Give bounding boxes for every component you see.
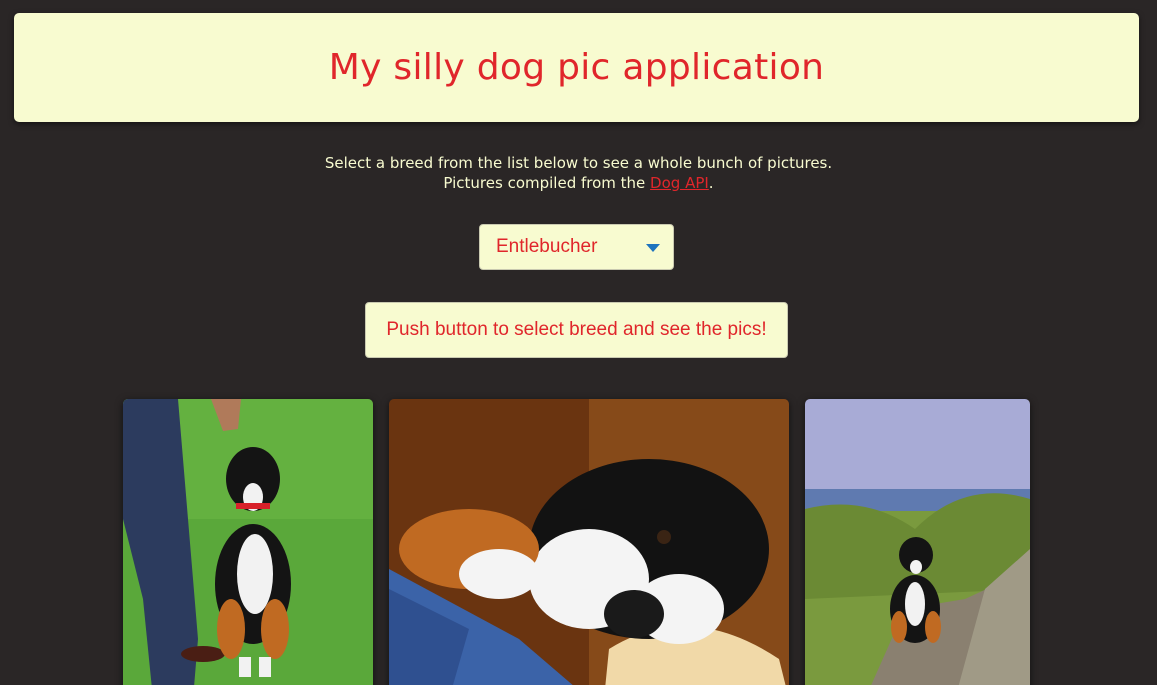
app-header: My silly dog pic application	[14, 13, 1139, 122]
see-pics-button[interactable]: Push button to select breed and see the …	[365, 302, 788, 358]
intro-suffix: .	[708, 174, 714, 192]
dog-photo-1	[123, 399, 373, 685]
dog-photo-3	[805, 399, 1030, 685]
intro-text: Select a breed from the list below to se…	[0, 153, 1157, 193]
page-title: My silly dog pic application	[328, 47, 825, 88]
intro-prefix: Pictures compiled from the	[443, 174, 651, 192]
chevron-down-icon	[646, 244, 660, 252]
breed-select-value: Entlebucher	[496, 236, 598, 257]
breed-select[interactable]: Entlebucher	[479, 224, 674, 270]
intro-line-2: Pictures compiled from the Dog API.	[0, 173, 1157, 193]
intro-line-1: Select a breed from the list below to se…	[324, 154, 833, 172]
dog-api-link[interactable]: Dog API	[650, 174, 709, 192]
dog-photo-2	[389, 399, 789, 685]
